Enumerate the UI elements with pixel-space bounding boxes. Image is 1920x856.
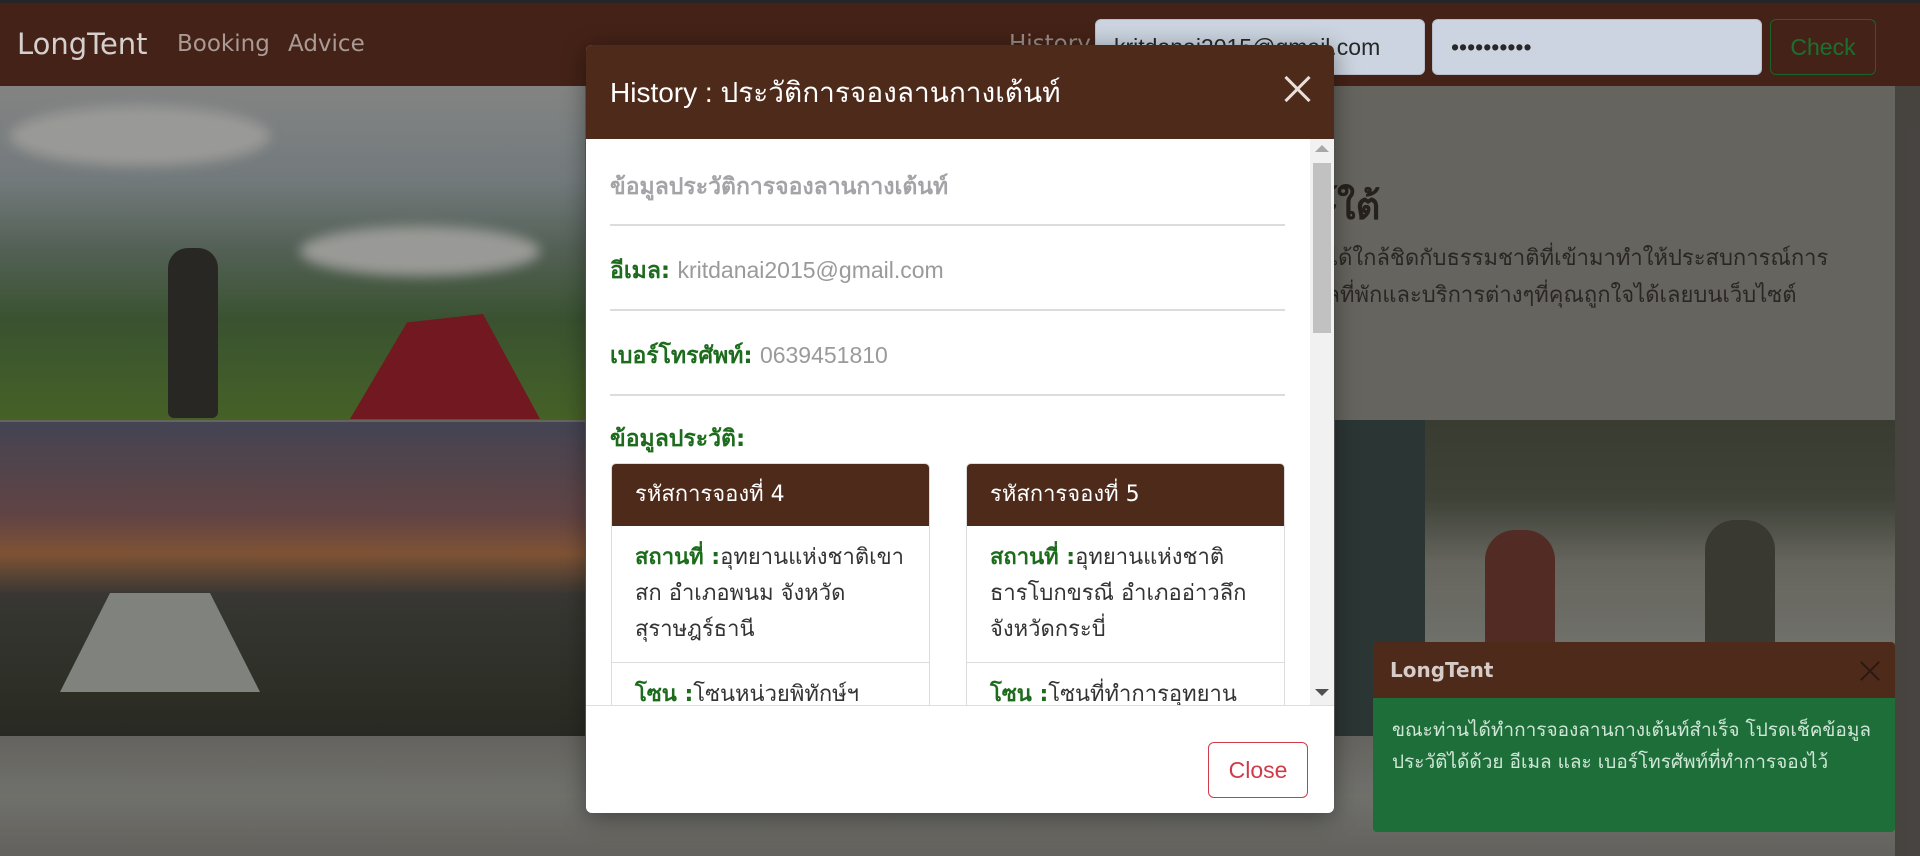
modal-title: History : ประวัติการจองลานกางเต้นท์ bbox=[610, 77, 1061, 108]
history-label: ข้อมูลประวัติ: bbox=[610, 426, 746, 452]
booking-location: สถานที่ :อุทยานแห่งชาติธารโบกขรณี อำเภออ… bbox=[967, 526, 1284, 663]
toast-header: LongTent bbox=[1373, 642, 1895, 698]
phone-label: เบอร์โทรศัพท์: bbox=[610, 343, 753, 369]
close-icon[interactable] bbox=[1857, 658, 1883, 684]
booking-card-header: รหัสการจองที่ 5 bbox=[967, 464, 1284, 526]
booking-card-header: รหัสการจองที่ 4 bbox=[612, 464, 929, 526]
divider bbox=[610, 224, 1285, 226]
zone-value: โซนที่ทำการอุทยาน bbox=[1048, 682, 1237, 705]
scroll-down-arrow-icon[interactable] bbox=[1315, 689, 1329, 696]
booking-zone: โซน :โซนที่ทำการอุทยาน bbox=[967, 663, 1284, 705]
modal-footer: Close bbox=[586, 705, 1334, 813]
zone-label: โซน : bbox=[635, 682, 694, 705]
close-button[interactable]: Close bbox=[1208, 742, 1308, 798]
history-modal: History : ประวัติการจองลานกางเต้นท์ ข้อม… bbox=[586, 45, 1334, 813]
booking-card-4: รหัสการจองที่ 4 สถานที่ :อุทยานแห่งชาติเ… bbox=[611, 463, 930, 705]
booking-location: สถานที่ :อุทยานแห่งชาติเขาสก อำเภอพนม จั… bbox=[612, 526, 929, 663]
divider bbox=[610, 394, 1285, 396]
section-title: ข้อมูลประวัติการจองลานกางเต้นท์ bbox=[610, 174, 949, 200]
zone-label: โซน : bbox=[990, 682, 1049, 705]
location-label: สถานที่ : bbox=[990, 545, 1076, 570]
scroll-thumb[interactable] bbox=[1313, 163, 1331, 333]
toast-body: ขณะท่านได้ทำการจองลานกางเต้นท์สำเร็จ โปร… bbox=[1373, 698, 1895, 832]
booking-card-5: รหัสการจองที่ 5 สถานที่ :อุทยานแห่งชาติธ… bbox=[966, 463, 1285, 705]
divider bbox=[610, 309, 1285, 311]
email-label: อีเมล: bbox=[610, 258, 671, 284]
toast-title: LongTent bbox=[1390, 658, 1494, 682]
modal-body[interactable]: ข้อมูลประวัติการจองลานกางเต้นท์ อีเมล: k… bbox=[586, 139, 1334, 705]
close-icon[interactable] bbox=[1280, 72, 1314, 106]
success-toast: LongTent ขณะท่านได้ทำการจองลานกางเต้นท์ส… bbox=[1373, 642, 1895, 832]
scroll-up-arrow-icon[interactable] bbox=[1315, 145, 1329, 152]
toast-message: ขณะท่านได้ทำการจองลานกางเต้นท์สำเร็จ โปร… bbox=[1392, 719, 1871, 773]
zone-value: โซนหน่วยพิทักษ์ฯ bbox=[693, 682, 860, 705]
modal-header: History : ประวัติการจองลานกางเต้นท์ bbox=[586, 45, 1334, 139]
phone-value: 0639451810 bbox=[759, 342, 888, 368]
location-label: สถานที่ : bbox=[635, 545, 721, 570]
email-row: อีเมล: kritdanai2015@gmail.com bbox=[610, 253, 944, 289]
phone-row: เบอร์โทรศัพท์: 0639451810 bbox=[610, 338, 888, 374]
email-value: kritdanai2015@gmail.com bbox=[677, 257, 944, 283]
booking-zone: โซน :โซนหน่วยพิทักษ์ฯ bbox=[612, 663, 929, 705]
modal-scrollbar[interactable] bbox=[1310, 139, 1334, 705]
